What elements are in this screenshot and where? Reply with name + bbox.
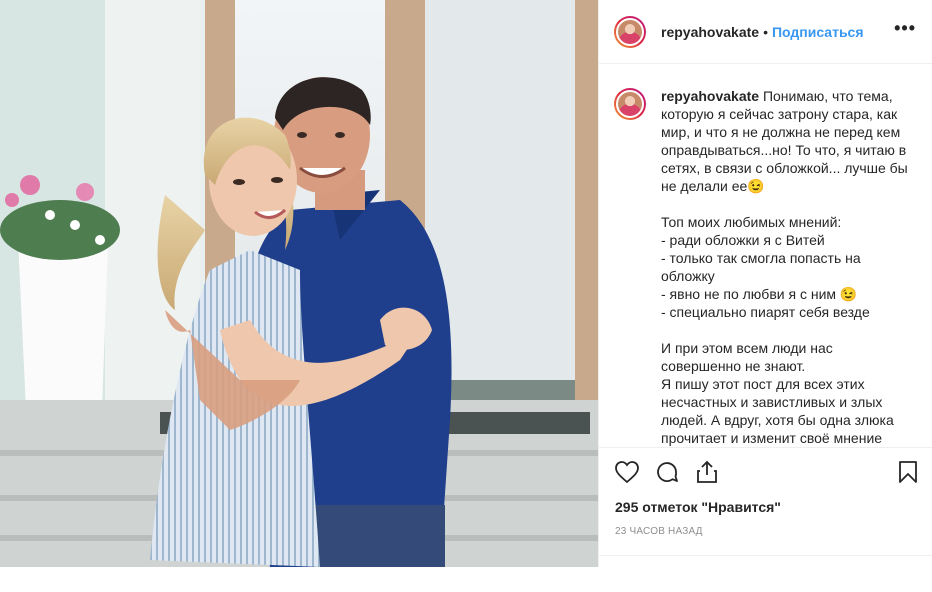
bookmark-icon[interactable] bbox=[894, 458, 922, 486]
separator-dot: • bbox=[763, 23, 768, 40]
instagram-post: repyahovakate • Подписаться ••• repyahov… bbox=[0, 0, 932, 567]
comment-icon[interactable] bbox=[653, 458, 681, 486]
follow-button[interactable]: Подписаться bbox=[772, 24, 864, 40]
action-icons bbox=[599, 448, 932, 496]
actions-section: 295 отметок "Нравится" 23 часов назад bbox=[599, 447, 932, 568]
caption-text: repyahovakate Понимаю, что тема, которую… bbox=[661, 87, 916, 447]
heart-icon[interactable] bbox=[613, 458, 641, 486]
post-photo[interactable] bbox=[0, 0, 598, 567]
couple-photo-illustration bbox=[0, 0, 598, 567]
likes-count[interactable]: 295 отметок "Нравится" bbox=[599, 496, 932, 518]
share-icon[interactable] bbox=[693, 458, 721, 486]
comment-box[interactable] bbox=[599, 555, 932, 592]
more-options-icon[interactable]: ••• bbox=[894, 19, 916, 41]
caption-avatar[interactable] bbox=[614, 88, 646, 120]
caption-area[interactable]: repyahovakate Понимаю, что тема, которую… bbox=[599, 65, 932, 447]
header-username[interactable]: repyahovakate bbox=[661, 24, 759, 40]
caption-body: Понимаю, что тема, которую я сейчас затр… bbox=[661, 88, 908, 446]
caption-username[interactable]: repyahovakate bbox=[661, 88, 759, 104]
caption-row: repyahovakate Понимаю, что тема, которую… bbox=[614, 87, 916, 447]
post-timestamp: 23 часов назад bbox=[615, 526, 703, 537]
post-header: repyahovakate • Подписаться ••• bbox=[599, 0, 932, 64]
avatar[interactable] bbox=[614, 15, 646, 48]
post-sidebar: repyahovakate • Подписаться ••• repyahov… bbox=[598, 0, 932, 567]
